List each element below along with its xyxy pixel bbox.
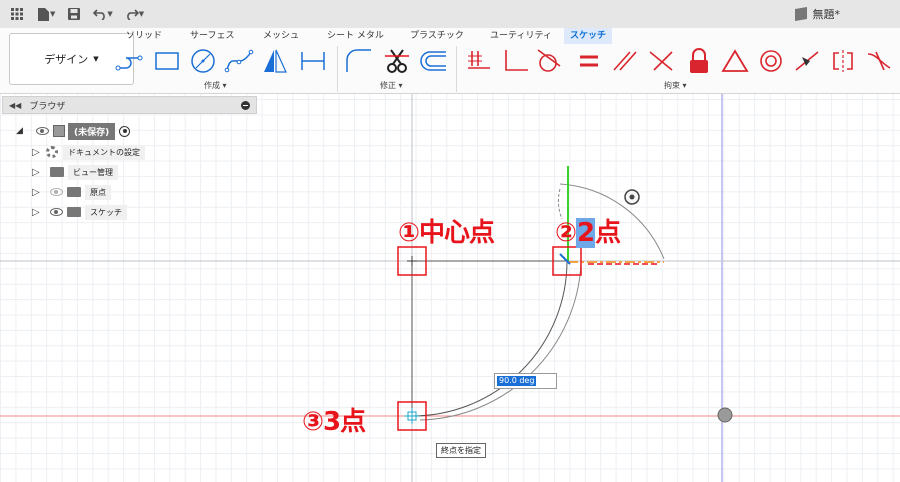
arc-handle-icon — [629, 194, 635, 200]
apps-grid-icon[interactable] — [4, 3, 30, 25]
equal-constraint-icon[interactable] — [572, 46, 606, 76]
title-bar: ▼ ▼ ▼ 無題* — [0, 0, 900, 28]
constraints-group-label[interactable]: 拘束 ▾ — [664, 80, 687, 91]
tab-surface[interactable]: サーフェス — [190, 28, 234, 44]
parallel-constraint-icon[interactable] — [608, 46, 642, 76]
file-dropdown-icon[interactable]: ▼ — [50, 10, 55, 18]
midpoint-constraint-icon[interactable] — [790, 46, 824, 76]
document-title: 無題* — [794, 6, 841, 22]
fillet-tool-icon[interactable] — [341, 46, 375, 76]
origin-point-icon — [717, 407, 733, 423]
collinear-constraint-icon[interactable] — [644, 46, 678, 76]
browser-item-origin[interactable]: ▷ 原点 — [32, 184, 111, 200]
browser-header: ◀◀ ブラウザ — [2, 96, 257, 114]
document-cube-icon — [794, 6, 807, 22]
expand-triangle-icon[interactable]: ▷ — [32, 167, 44, 178]
annotation-point-2: ②2点 — [555, 212, 621, 249]
hidden-eye-icon[interactable] — [50, 188, 63, 196]
triangle-constraint-icon[interactable] — [718, 46, 752, 76]
spline-tool-icon[interactable] — [222, 46, 256, 76]
tab-sheet-metal[interactable]: シート メタル — [327, 28, 384, 44]
curvature-constraint-icon[interactable] — [862, 46, 896, 76]
browser-item-label: ドキュメントの設定 — [63, 144, 145, 160]
collapse-icon[interactable]: ◀◀ — [9, 101, 21, 110]
browser-item-document-settings[interactable]: ▷ ドキュメントの設定 — [32, 144, 145, 160]
expanded-triangle-icon[interactable]: ◢ — [16, 126, 36, 136]
annotation-point-2-suffix: 点 — [595, 218, 621, 248]
perpendicular-constraint-icon[interactable] — [498, 46, 532, 76]
angle-dimension-input[interactable]: 90.0 deg — [494, 373, 557, 389]
activate-radio-icon[interactable] — [119, 125, 131, 137]
document-title-label: 無題* — [812, 8, 841, 21]
ribbon-separator — [337, 46, 338, 92]
save-icon[interactable] — [61, 3, 87, 25]
annotation-point-2-circle: ② — [555, 218, 577, 248]
mirror-tool-icon[interactable] — [258, 46, 292, 76]
folder-icon — [67, 207, 81, 217]
component-icon — [53, 125, 65, 137]
cursor-tooltip: 終点を指定 — [436, 443, 486, 458]
dimension-tool-icon[interactable] — [296, 46, 330, 76]
browser-title: ブラウザ — [29, 101, 66, 112]
visibility-eye-icon[interactable] — [36, 127, 49, 135]
folder-icon — [67, 187, 81, 197]
constraints-label: 拘束 — [664, 81, 680, 90]
folder-icon — [50, 167, 64, 177]
expand-triangle-icon[interactable]: ▷ — [32, 207, 44, 218]
browser-root-node[interactable]: ◢ (未保存) — [16, 122, 131, 140]
undo-dropdown-icon[interactable]: ▼ — [107, 10, 112, 18]
concentric-constraint-icon[interactable] — [754, 46, 788, 76]
arc-curve — [411, 260, 568, 417]
browser-item-label: ビュー管理 — [68, 164, 118, 180]
annotation-center-point: ①中心点 — [398, 218, 495, 248]
expand-triangle-icon[interactable]: ▷ — [32, 147, 44, 158]
browser-item-label: スケッチ — [85, 204, 127, 220]
quick-access-toolbar: ▼ ▼ ▼ — [4, 0, 150, 28]
ribbon: デザイン ▼ ソリッド サーフェス メッシュ シート メタル プラスチック ユー… — [0, 28, 900, 94]
chevron-down-icon: ▼ — [93, 55, 99, 63]
tab-mesh[interactable]: メッシュ — [263, 28, 299, 44]
gear-icon — [46, 146, 58, 158]
fix-lock-icon[interactable] — [682, 46, 716, 76]
minimize-icon[interactable] — [241, 101, 250, 110]
browser-panel: ◀◀ ブラウザ ◢ (未保存) ▷ ドキュメントの設定 ▷ ビュー管理 ▷ 原点… — [2, 96, 257, 226]
expand-triangle-icon[interactable]: ▷ — [32, 187, 44, 198]
redo-dropdown-icon[interactable]: ▼ — [139, 10, 144, 18]
browser-item-label: 原点 — [85, 184, 111, 200]
browser-item-sketches[interactable]: ▷ スケッチ — [32, 204, 127, 220]
annotation-point-3: ③3点 — [302, 407, 366, 437]
trim-scissors-icon[interactable] — [380, 46, 414, 76]
line-tool-icon[interactable] — [112, 46, 146, 76]
angle-value: 90.0 deg — [497, 376, 537, 386]
offset-tool-icon[interactable] — [416, 46, 450, 76]
tangent-constraint-icon[interactable] — [532, 46, 566, 76]
annotation-point-2-number: 2 — [576, 218, 595, 248]
tab-plastic[interactable]: プラスチック — [410, 28, 464, 44]
symmetry-constraint-icon[interactable] — [826, 46, 860, 76]
tab-solid[interactable]: ソリッド — [126, 28, 162, 44]
modify-label: 修正 — [380, 81, 396, 90]
browser-item-named-views[interactable]: ▷ ビュー管理 — [32, 164, 118, 180]
tab-sketch[interactable]: スケッチ — [564, 28, 613, 44]
ribbon-separator — [456, 46, 457, 92]
modify-group-label[interactable]: 修正 ▾ — [380, 80, 403, 91]
arc-preview — [419, 263, 582, 421]
create-label: 作成 — [204, 81, 220, 90]
visibility-eye-icon[interactable] — [50, 208, 63, 216]
root-component-label[interactable]: (未保存) — [68, 122, 116, 140]
rectangle-tool-icon[interactable] — [150, 46, 184, 76]
workspace-label: デザイン — [44, 53, 89, 66]
horizontal-vertical-constraint-icon[interactable] — [462, 46, 496, 76]
tab-utility[interactable]: ユーティリティ — [490, 28, 552, 44]
circle-tool-icon[interactable] — [186, 46, 220, 76]
create-group-label[interactable]: 作成 ▾ — [204, 80, 227, 91]
